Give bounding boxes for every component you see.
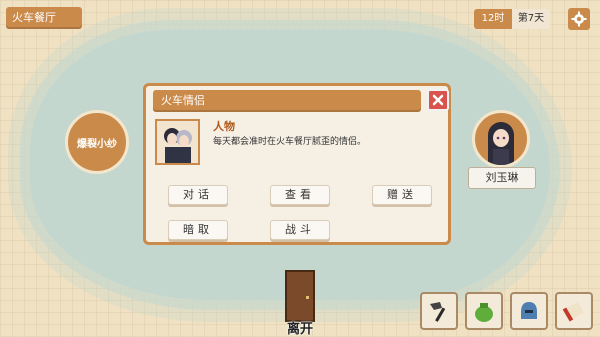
door-icon[interactable] bbox=[285, 270, 315, 322]
location-label: 火车餐厅 bbox=[6, 7, 82, 29]
gift-button[interactable]: 赠送 bbox=[372, 185, 432, 205]
item-slot-scroll[interactable] bbox=[555, 292, 593, 330]
steal-button[interactable]: 暗取 bbox=[168, 220, 228, 240]
npc-type: 人物 bbox=[213, 120, 235, 133]
npc-description: 每天都会准时在火车餐厅腻歪的情侣。 bbox=[213, 137, 367, 147]
character-right-name[interactable]: 刘玉琳 bbox=[468, 167, 536, 189]
scroll-icon bbox=[562, 301, 584, 322]
character-avatar bbox=[488, 122, 514, 165]
couple-avatar bbox=[164, 128, 192, 163]
character-right-portrait[interactable] bbox=[472, 110, 530, 168]
npc-dialog: 火车情侣 人物 每天都会准时在火车餐厅腻歪的情侣。 对话 查看 赠送 暗取 战斗 bbox=[143, 83, 451, 245]
fight-button[interactable]: 战斗 bbox=[270, 220, 330, 240]
item-slot-helmet[interactable] bbox=[510, 292, 548, 330]
game-scene: 火车餐厅 12时 第7天 爆裂小纱 刘玉琳 离开 火车情侣 人物 每天都会准时在… bbox=[0, 0, 600, 337]
day-label: 第7天 bbox=[512, 9, 550, 29]
character-left-name: 爆裂小纱 bbox=[77, 138, 117, 150]
axe-icon bbox=[430, 302, 446, 322]
exit-label[interactable]: 离开 bbox=[280, 318, 320, 337]
character-left-token[interactable]: 爆裂小纱 bbox=[65, 110, 129, 174]
close-button[interactable] bbox=[427, 89, 449, 111]
helmet-icon bbox=[521, 302, 537, 319]
clock-box: 12时 第7天 bbox=[474, 9, 550, 29]
green-bag-icon bbox=[475, 303, 493, 322]
door-knob bbox=[306, 296, 309, 299]
npc-portrait bbox=[155, 119, 200, 165]
inspect-button[interactable]: 查看 bbox=[270, 185, 330, 205]
item-slot-bag[interactable] bbox=[465, 292, 503, 330]
item-slot-axe[interactable] bbox=[420, 292, 458, 330]
settings-button[interactable] bbox=[568, 8, 590, 30]
close-icon bbox=[432, 94, 444, 106]
dialog-title: 火车情侣 bbox=[153, 90, 421, 112]
talk-button[interactable]: 对话 bbox=[168, 185, 228, 205]
hour-label: 12时 bbox=[474, 9, 512, 29]
gear-icon bbox=[571, 11, 587, 27]
